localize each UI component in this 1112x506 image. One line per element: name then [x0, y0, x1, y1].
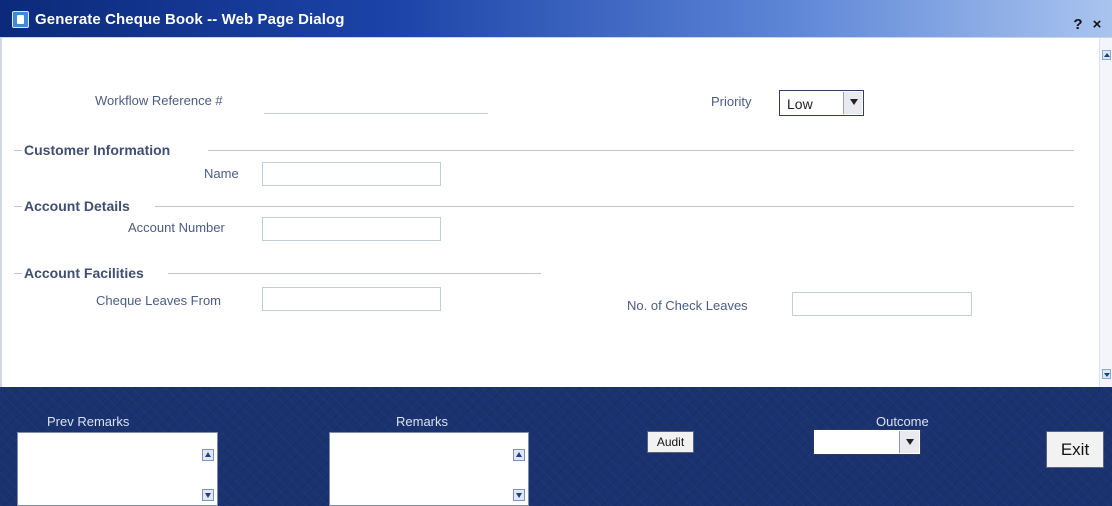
account-facilities-divider-left — [14, 273, 22, 274]
arrow-down-icon[interactable] — [1102, 369, 1111, 379]
arrow-up-icon[interactable] — [1102, 50, 1111, 60]
workflow-reference-input[interactable] — [264, 90, 488, 114]
priority-selected-value: Low — [787, 96, 813, 112]
exit-button[interactable]: Exit — [1046, 431, 1104, 468]
account-details-divider-left — [14, 206, 22, 207]
priority-label: Priority — [711, 94, 752, 109]
number-of-check-leaves-input[interactable] — [792, 292, 972, 316]
account-facilities-heading: Account Facilities — [24, 265, 144, 281]
chevron-down-icon[interactable] — [899, 431, 919, 453]
arrow-up-icon[interactable] — [513, 449, 525, 461]
account-details-divider — [155, 206, 1074, 207]
workflow-footer: Prev Remarks Remarks Audit Outcome Exit — [0, 387, 1112, 506]
workflow-reference-label: Workflow Reference # — [95, 93, 223, 108]
arrow-down-icon[interactable] — [513, 489, 525, 501]
remarks-scrollbar[interactable] — [510, 433, 528, 505]
cheque-leaves-from-label: Cheque Leaves From — [96, 293, 222, 308]
cheque-leaves-from-input[interactable] — [262, 287, 441, 311]
account-details-heading: Account Details — [24, 198, 130, 214]
close-button[interactable]: × — [1090, 17, 1104, 32]
name-input[interactable] — [262, 162, 441, 186]
arrow-down-icon[interactable] — [202, 489, 214, 501]
window-title-bar: Generate Cheque Book -- Web Page Dialog … — [0, 0, 1112, 38]
prev-remarks-label: Prev Remarks — [47, 414, 130, 429]
name-label: Name — [204, 166, 239, 181]
customer-information-heading: Customer Information — [24, 142, 171, 158]
help-button[interactable]: ? — [1071, 17, 1085, 32]
account-facilities-divider — [168, 273, 541, 274]
remarks-textarea[interactable] — [329, 432, 529, 506]
arrow-up-icon[interactable] — [202, 449, 214, 461]
window-title: Generate Cheque Book -- Web Page Dialog — [35, 11, 345, 28]
remarks-label: Remarks — [396, 414, 449, 429]
vertical-scrollbar[interactable] — [1099, 38, 1112, 387]
chevron-down-icon[interactable] — [843, 92, 862, 114]
prev-remarks-scrollbar[interactable] — [199, 433, 217, 505]
audit-button[interactable]: Audit — [647, 431, 694, 453]
customer-information-divider — [208, 150, 1074, 151]
form-panel: Workflow Reference # Priority Low Custom… — [0, 38, 1112, 387]
priority-select[interactable]: Low — [779, 90, 864, 116]
browser-dialog-icon — [12, 11, 29, 28]
account-number-input[interactable] — [262, 217, 441, 241]
outcome-select[interactable] — [813, 429, 921, 455]
customer-information-divider-left — [14, 150, 22, 151]
outcome-label: Outcome — [876, 414, 929, 429]
prev-remarks-textarea[interactable] — [17, 432, 218, 506]
account-number-label: Account Number — [128, 220, 225, 235]
number-of-check-leaves-label: No. of Check Leaves — [627, 298, 748, 313]
